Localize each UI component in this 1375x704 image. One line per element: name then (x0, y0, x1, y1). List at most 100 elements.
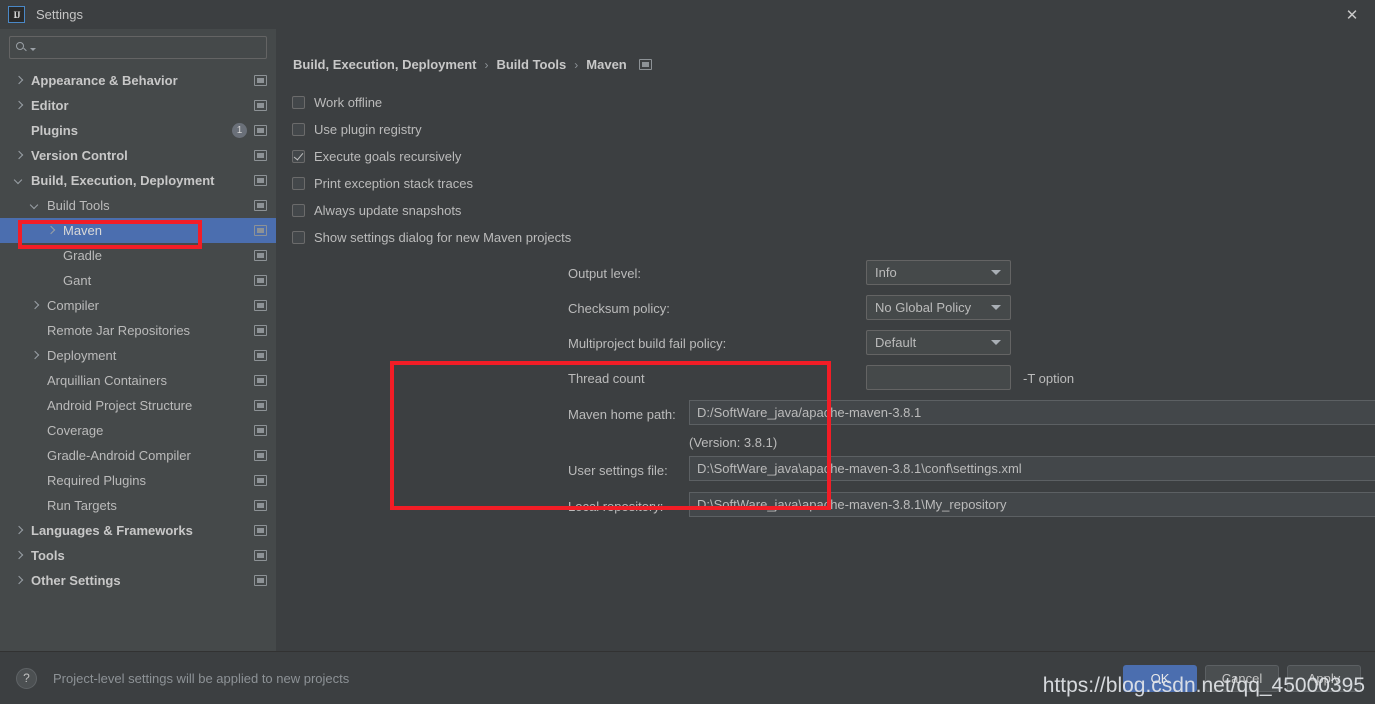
sidebar-item-label: Version Control (31, 148, 128, 163)
checkbox-work-offline[interactable]: Work offline (292, 89, 571, 116)
breadcrumb-item[interactable]: Build Tools (496, 57, 566, 72)
breadcrumb-item[interactable]: Build, Execution, Deployment (293, 57, 476, 72)
sidebar-item-required-plugins[interactable]: Required Plugins (0, 468, 276, 493)
checkbox-use-plugin-registry[interactable]: Use plugin registry (292, 116, 571, 143)
checkbox-label: Work offline (314, 95, 383, 110)
chevron-right-icon[interactable] (14, 75, 25, 86)
sidebar-item-label: Plugins (31, 123, 78, 138)
sidebar-item-other-settings[interactable]: Other Settings (0, 568, 276, 593)
checksum-policy-combo[interactable]: No Global Policy (866, 295, 1011, 320)
settings-sidebar: Appearance & Behavior Editor Plugins 1 Versi… (0, 29, 276, 651)
sidebar-item-maven[interactable]: Maven (0, 218, 276, 243)
panel-indicator-icon (254, 475, 267, 486)
checkbox-always-update-snapshots[interactable]: Always update snapshots (292, 197, 571, 224)
settings-content-panel: Build, Execution, Deployment › Build Tools… (276, 29, 1375, 651)
chevron-down-icon (991, 340, 1001, 345)
cancel-button[interactable]: Cancel (1205, 664, 1279, 692)
panel-indicator-icon (254, 450, 267, 461)
checkbox-label: Always update snapshots (314, 203, 462, 218)
user-settings-file-input[interactable]: D:\SoftWare_java\apache-maven-3.8.1\conf… (689, 456, 1375, 481)
multiproject-policy-combo[interactable]: Default (866, 330, 1011, 355)
user-settings-file-label: User settings file: (568, 463, 668, 478)
maven-home-path-input[interactable]: D:/SoftWare_java/apache-maven-3.8.1 (689, 400, 1375, 425)
chevron-right-icon[interactable] (14, 525, 25, 536)
apply-button[interactable]: Apply (1287, 664, 1361, 692)
panel-indicator-icon (254, 125, 267, 136)
chevron-right-icon[interactable] (30, 300, 41, 311)
sidebar-item-deployment[interactable]: Deployment (0, 343, 276, 368)
chevron-right-icon[interactable] (14, 550, 25, 561)
sidebar-item-label: Other Settings (31, 573, 121, 588)
panel-indicator-icon (638, 59, 652, 70)
sidebar-item-version-control[interactable]: Version Control (0, 143, 276, 168)
settings-tree: Appearance & Behavior Editor Plugins 1 Versi… (0, 65, 276, 651)
chevron-right-icon[interactable] (14, 100, 25, 111)
sidebar-item-compiler[interactable]: Compiler (0, 293, 276, 318)
output-level-combo[interactable]: Info (866, 260, 1011, 285)
tree-row-trailing (254, 200, 267, 211)
sidebar-item-gradle-android-compiler[interactable]: Gradle-Android Compiler (0, 443, 276, 468)
search-input[interactable] (36, 39, 260, 56)
panel-indicator-icon (254, 200, 267, 211)
sidebar-item-arquillian-containers[interactable]: Arquillian Containers (0, 368, 276, 393)
checkbox-box (292, 123, 305, 136)
maven-version-note: (Version: 3.8.1) (689, 435, 778, 450)
panel-indicator-icon (254, 150, 267, 161)
multiproject-policy-label: Multiproject build fail policy: (568, 336, 727, 351)
sidebar-item-remote-jar-repositories[interactable]: Remote Jar Repositories (0, 318, 276, 343)
close-icon[interactable]: ✕ (1329, 0, 1375, 29)
multiproject-policy-value: Default (875, 335, 917, 350)
checkbox-box (292, 231, 305, 244)
sidebar-item-label: Gant (63, 273, 92, 288)
checkbox-box (292, 150, 305, 163)
tree-row-trailing (254, 250, 267, 261)
tree-row-trailing (254, 575, 267, 586)
ok-button[interactable]: OK (1123, 664, 1197, 692)
sidebar-item-label: Android Project Structure (47, 398, 193, 413)
sidebar-item-run-targets[interactable]: Run Targets (0, 493, 276, 518)
sidebar-item-android-project-structure[interactable]: Android Project Structure (0, 393, 276, 418)
checkbox-label: Show settings dialog for new Maven proje… (314, 230, 572, 245)
tree-row-trailing (254, 225, 267, 236)
sidebar-item-label: Languages & Frameworks (31, 523, 193, 538)
tree-row-trailing (254, 350, 267, 361)
checkbox-box (292, 177, 305, 190)
sidebar-item-label: Arquillian Containers (47, 373, 167, 388)
search-box[interactable] (9, 36, 267, 59)
sidebar-item-languages-frameworks[interactable]: Languages & Frameworks (0, 518, 276, 543)
sidebar-item-appearance-behavior[interactable]: Appearance & Behavior (0, 68, 276, 93)
chevron-down-icon[interactable] (14, 175, 25, 186)
local-repository-input[interactable]: D:\SoftWare_java\apache-maven-3.8.1\My_r… (689, 492, 1375, 517)
sidebar-item-editor[interactable]: Editor (0, 93, 276, 118)
help-icon[interactable]: ? (16, 667, 37, 689)
tree-row-trailing: 1 (232, 123, 267, 138)
panel-indicator-icon (254, 400, 267, 411)
chevron-down-icon (991, 270, 1001, 275)
panel-indicator-icon (254, 525, 267, 536)
chevron-right-icon[interactable] (46, 225, 57, 236)
sidebar-item-gant[interactable]: Gant (0, 268, 276, 293)
chevron-right-icon[interactable] (30, 350, 41, 361)
checkbox-execute-goals-recursively[interactable]: Execute goals recursively (292, 143, 571, 170)
chevron-right-icon[interactable] (14, 150, 25, 161)
sidebar-item-tools[interactable]: Tools (0, 543, 276, 568)
sidebar-item-plugins[interactable]: Plugins 1 (0, 118, 276, 143)
dialog-button-group: OK Cancel Apply (1123, 664, 1361, 692)
breadcrumb-item[interactable]: Maven (586, 57, 626, 72)
checkbox-print-exception-stack-traces[interactable]: Print exception stack traces (292, 170, 571, 197)
sidebar-item-label: Maven (63, 223, 103, 238)
sidebar-item-label: Appearance & Behavior (31, 73, 178, 88)
thread-count-input[interactable] (866, 365, 1011, 390)
sidebar-item-build-execution-deployment[interactable]: Build, Execution, Deployment (0, 168, 276, 193)
sidebar-item-coverage[interactable]: Coverage (0, 418, 276, 443)
chevron-right-icon[interactable] (14, 575, 25, 586)
chevron-down-icon[interactable] (30, 200, 41, 211)
panel-indicator-icon (254, 550, 267, 561)
sidebar-item-gradle[interactable]: Gradle (0, 243, 276, 268)
checkbox-show-settings-dialog-for-new-maven-projects[interactable]: Show settings dialog for new Maven proje… (292, 224, 571, 251)
sidebar-item-build-tools[interactable]: Build Tools (0, 193, 276, 218)
